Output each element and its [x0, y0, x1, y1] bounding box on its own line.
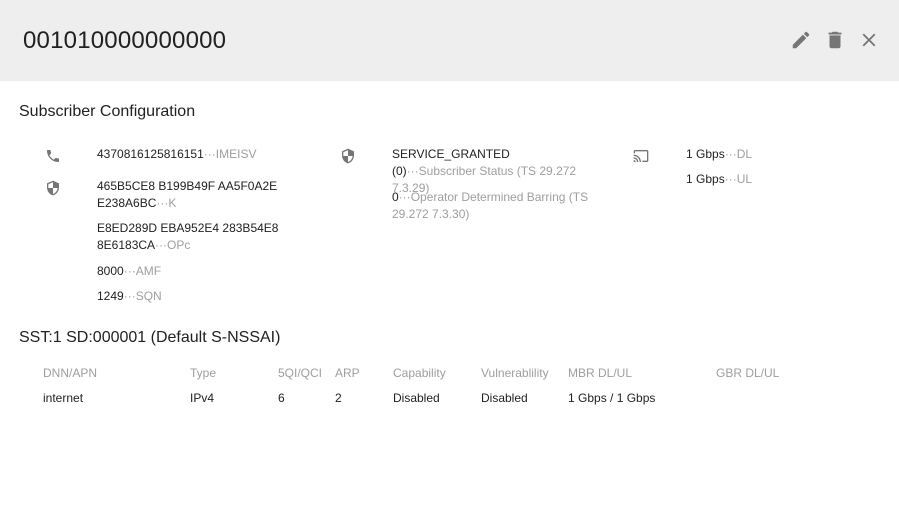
sqn-value: 1249: [97, 289, 124, 303]
sqn-label: SQN: [135, 289, 162, 303]
trash-icon: [828, 31, 842, 49]
table-cell: internet: [43, 391, 84, 405]
close-icon: [862, 33, 876, 47]
separator: ···: [724, 172, 737, 186]
amf-label: AMF: [135, 264, 162, 278]
column-header: ARP: [335, 366, 360, 380]
cast-icon: [633, 148, 649, 164]
dl-value: 1 Gbps: [686, 147, 725, 161]
column-header: Vulnerablility: [481, 366, 549, 380]
ul-value: 1 Gbps: [686, 172, 725, 186]
table-cell: 6: [278, 391, 285, 405]
imeisv-label: IMEISV: [215, 147, 257, 161]
delete-button[interactable]: [823, 28, 847, 52]
dialog-header: 001010000000000: [0, 0, 899, 81]
separator: ···: [398, 190, 411, 204]
dl-field: 1 Gbps···DL: [686, 146, 836, 163]
separator: ···: [203, 147, 216, 161]
ul-label: UL: [736, 172, 753, 186]
separator: ···: [406, 164, 419, 178]
edit-button[interactable]: [789, 28, 813, 52]
k-field: 465B5CE8 B199B49F AA5F0A2E E238A6BC···K: [97, 178, 282, 212]
opc-field: E8ED289D EBA952E4 283B54E8 8E6183CA···OP…: [97, 220, 282, 254]
subscriber-configuration-title: Subscriber Configuration: [19, 103, 196, 120]
table-cell: Disabled: [481, 391, 528, 405]
table-cell: 1 Gbps / 1 Gbps: [568, 391, 656, 405]
k-label: K: [168, 196, 177, 210]
separator: ···: [156, 196, 169, 210]
separator: ···: [155, 238, 168, 252]
separator: ···: [123, 264, 136, 278]
amf-value: 8000: [97, 264, 124, 278]
sqn-field: 1249···SQN: [97, 288, 282, 305]
ul-field: 1 Gbps···UL: [686, 171, 836, 188]
opc-label: OPc: [167, 238, 191, 252]
imeisv-value: 4370816125816151: [97, 147, 204, 161]
column-header: GBR DL/UL: [716, 366, 780, 380]
slice-title: SST:1 SD:000001 (Default S-NSSAI): [19, 329, 281, 346]
odb-label: Operator Determined Barring (TS 29.272 7…: [392, 190, 589, 221]
table-cell: Disabled: [393, 391, 440, 405]
close-button[interactable]: [857, 28, 881, 52]
phone-icon: [45, 148, 61, 164]
shield-icon: [340, 148, 356, 164]
column-header: Capability: [393, 366, 446, 380]
shield-icon: [45, 180, 61, 196]
subscriber-imsi-title: 001010000000000: [23, 27, 227, 54]
column-header: 5QI/QCI: [278, 366, 323, 380]
imeisv-field: 4370816125816151···IMEISV: [97, 146, 282, 163]
odb-field: 0···Operator Determined Barring (TS 29.2…: [392, 189, 592, 223]
k-value: 465B5CE8 B199B49F AA5F0A2E E238A6BC: [97, 179, 278, 210]
amf-field: 8000···AMF: [97, 263, 282, 280]
pencil-icon: [792, 31, 810, 49]
dl-label: DL: [736, 147, 753, 161]
table-cell: 2: [335, 391, 342, 405]
column-header: Type: [190, 366, 217, 380]
separator: ···: [123, 289, 136, 303]
column-header: MBR DL/UL: [568, 366, 633, 380]
separator: ···: [724, 147, 737, 161]
table-cell: IPv4: [190, 391, 215, 405]
column-header: DNN/APN: [43, 366, 98, 380]
odb-value: 0: [392, 190, 399, 204]
